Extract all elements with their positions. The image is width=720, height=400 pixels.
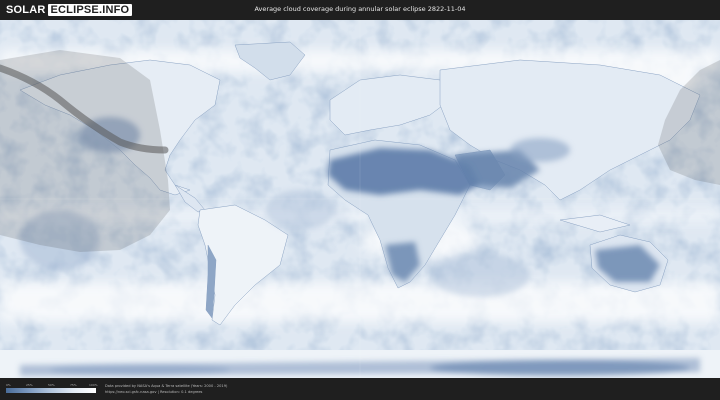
- data-source-link[interactable]: https://neo.sci.gsfc.nasa.gov | Resoluti…: [105, 390, 202, 395]
- data-credit: Data provided by NASA's Aqua & Terra sat…: [105, 384, 228, 388]
- legend-tick: 100%: [89, 383, 98, 387]
- top-bar: SOLAR ECLIPSE.INFO Average cloud coverag…: [0, 0, 720, 20]
- footer: 0% 25% 50% 75% 100% Data provided by NAS…: [0, 378, 720, 400]
- legend-tick: 50%: [48, 383, 55, 387]
- map-title: Average cloud coverage during annular so…: [254, 5, 466, 13]
- legend-color-bar: [6, 388, 96, 393]
- cloud-coverage-map: [0, 20, 720, 378]
- legend-tick: 75%: [70, 383, 77, 387]
- legend-tick: 0%: [6, 383, 11, 387]
- legend-tick: 25%: [26, 383, 33, 387]
- map-canvas: [0, 20, 720, 378]
